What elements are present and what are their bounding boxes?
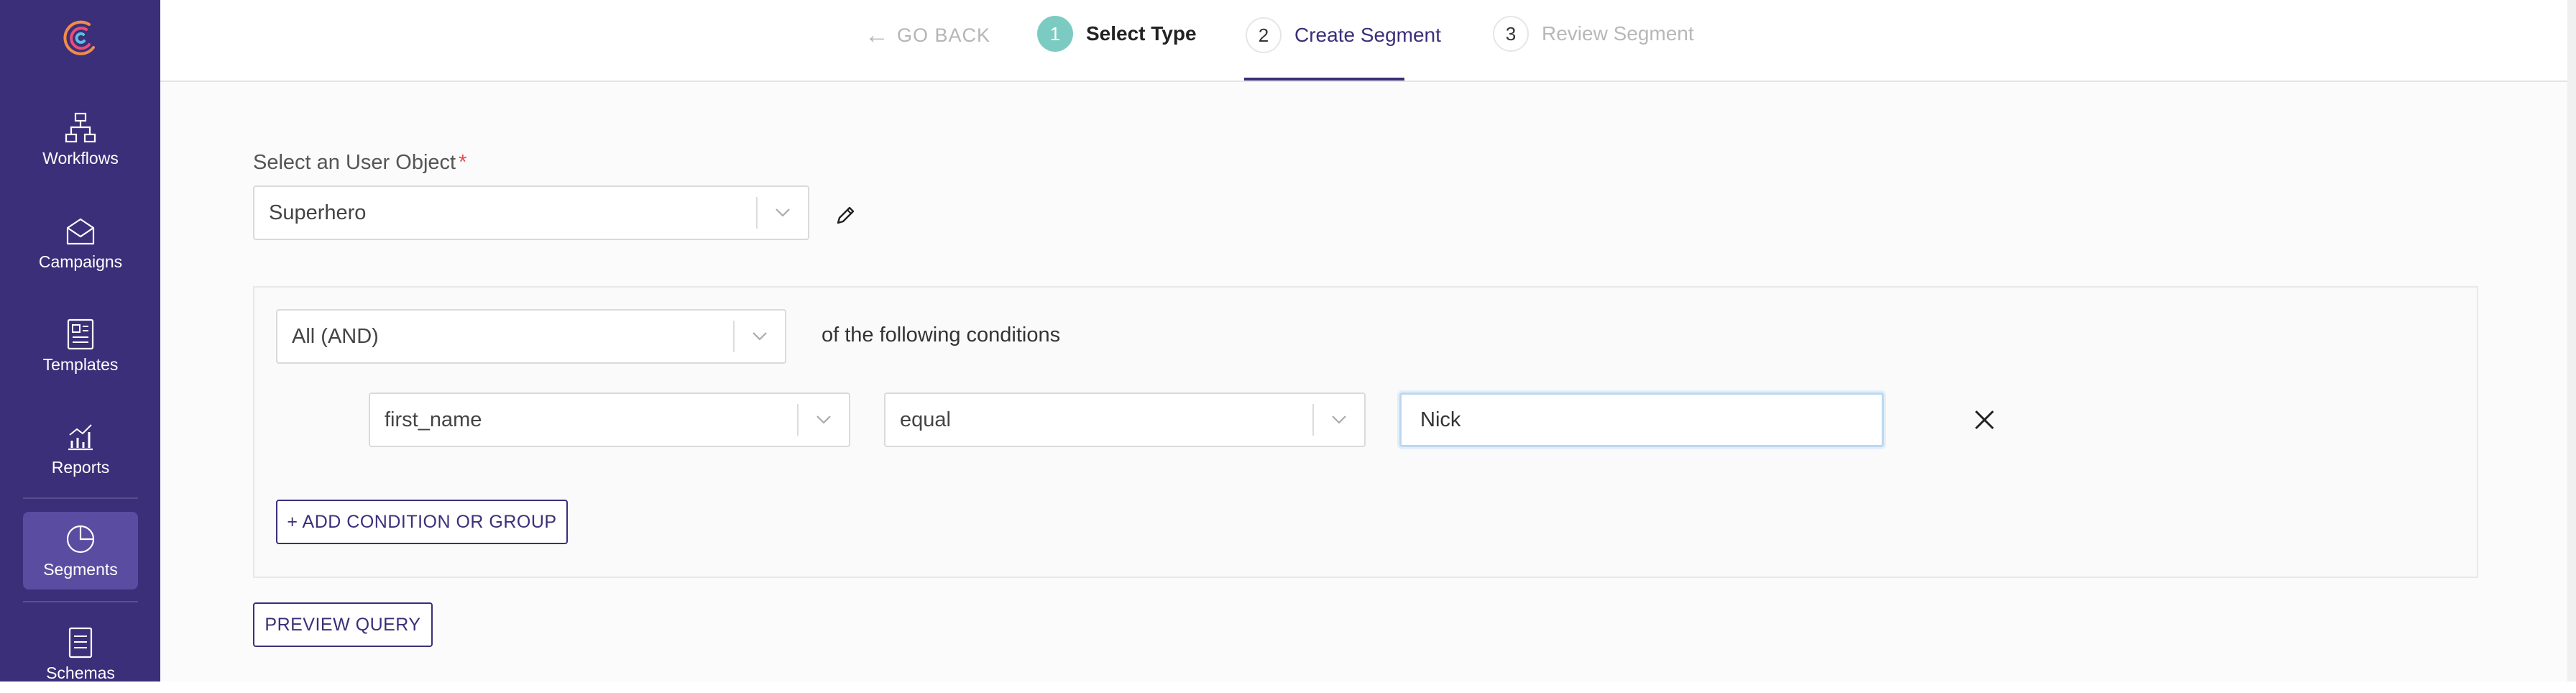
step-create-segment[interactable]: 2 Create Segment [1246,17,1441,53]
sidebar: Workflows Campaigns Templates Reports Se… [0,0,160,682]
user-object-label: Select an User Object * [253,151,466,175]
condition-field-select[interactable]: first_name [369,393,850,447]
step-review-segment[interactable]: 3 Review Segment [1493,16,1694,52]
condition-value-text: Nick [1420,408,1461,431]
condition-operator-select[interactable]: equal [884,393,1366,447]
edit-pencil-icon[interactable] [834,204,857,227]
sidebar-item-label: Schemas [46,663,115,682]
sidebar-item-label: Workflows [42,148,119,167]
condition-field-value: first_name [385,408,482,431]
sidebar-item-templates[interactable]: Templates [23,307,138,385]
sidebar-divider [23,497,138,499]
step-number-badge: 2 [1246,17,1282,53]
step-label: Select Type [1086,22,1197,45]
user-object-select[interactable]: Superhero [253,185,809,240]
sidebar-divider [23,601,138,602]
document-icon [68,627,93,658]
pie-chart-icon [66,525,95,553]
sidebar-item-workflows[interactable]: Workflows [23,101,138,178]
step-label: Review Segment [1542,22,1694,45]
active-step-underline [1244,78,1404,81]
step-select-type[interactable]: 1 Select Type [1037,16,1197,52]
condition-value-input[interactable]: Nick [1399,393,1884,447]
sidebar-item-segments[interactable]: Segments [23,512,138,589]
sidebar-item-label: Reports [51,457,110,477]
chevron-down-icon[interactable] [1314,394,1364,446]
match-type-value: All (AND) [292,324,379,348]
user-object-value: Superhero [269,201,367,224]
stepper-header: ← GO BACK 1 Select Type 2 Create Segment… [160,0,2576,82]
app-logo-icon[interactable] [58,14,104,60]
chart-icon [68,423,93,450]
sidebar-item-label: Segments [43,559,118,579]
template-icon [67,318,94,349]
window-edge [2567,0,2576,681]
arrow-left-icon: ← [865,21,890,49]
sidebar-item-campaigns[interactable]: Campaigns [23,204,138,282]
mail-icon [66,218,95,244]
go-back-link[interactable]: ← GO BACK [865,19,990,52]
sidebar-item-reports[interactable]: Reports [23,410,138,487]
chevron-down-icon[interactable] [758,187,808,239]
step-number-badge: 1 [1037,16,1073,52]
chevron-down-icon[interactable] [735,311,785,362]
sidebar-item-label: Templates [42,354,119,374]
remove-condition-close-icon[interactable] [1972,407,1997,433]
required-asterisk: * [459,151,467,174]
sidebar-item-label: Campaigns [38,252,123,271]
step-label: Create Segment [1294,24,1441,46]
user-object-label-text: Select an User Object [253,151,456,174]
step-number-badge: 3 [1493,16,1529,52]
condition-operator-value: equal [900,408,951,431]
segment-builder: Select an User Object * Superhero All (AN… [160,82,2576,681]
add-condition-button[interactable]: + ADD CONDITION OR GROUP [276,500,568,544]
match-type-select[interactable]: All (AND) [276,309,786,364]
preview-query-button[interactable]: PREVIEW QUERY [253,602,433,647]
conditions-suffix-text: of the following conditions [822,323,1061,346]
workflow-icon [65,112,96,142]
go-back-label: GO BACK [897,24,991,46]
chevron-down-icon[interactable] [799,394,849,446]
